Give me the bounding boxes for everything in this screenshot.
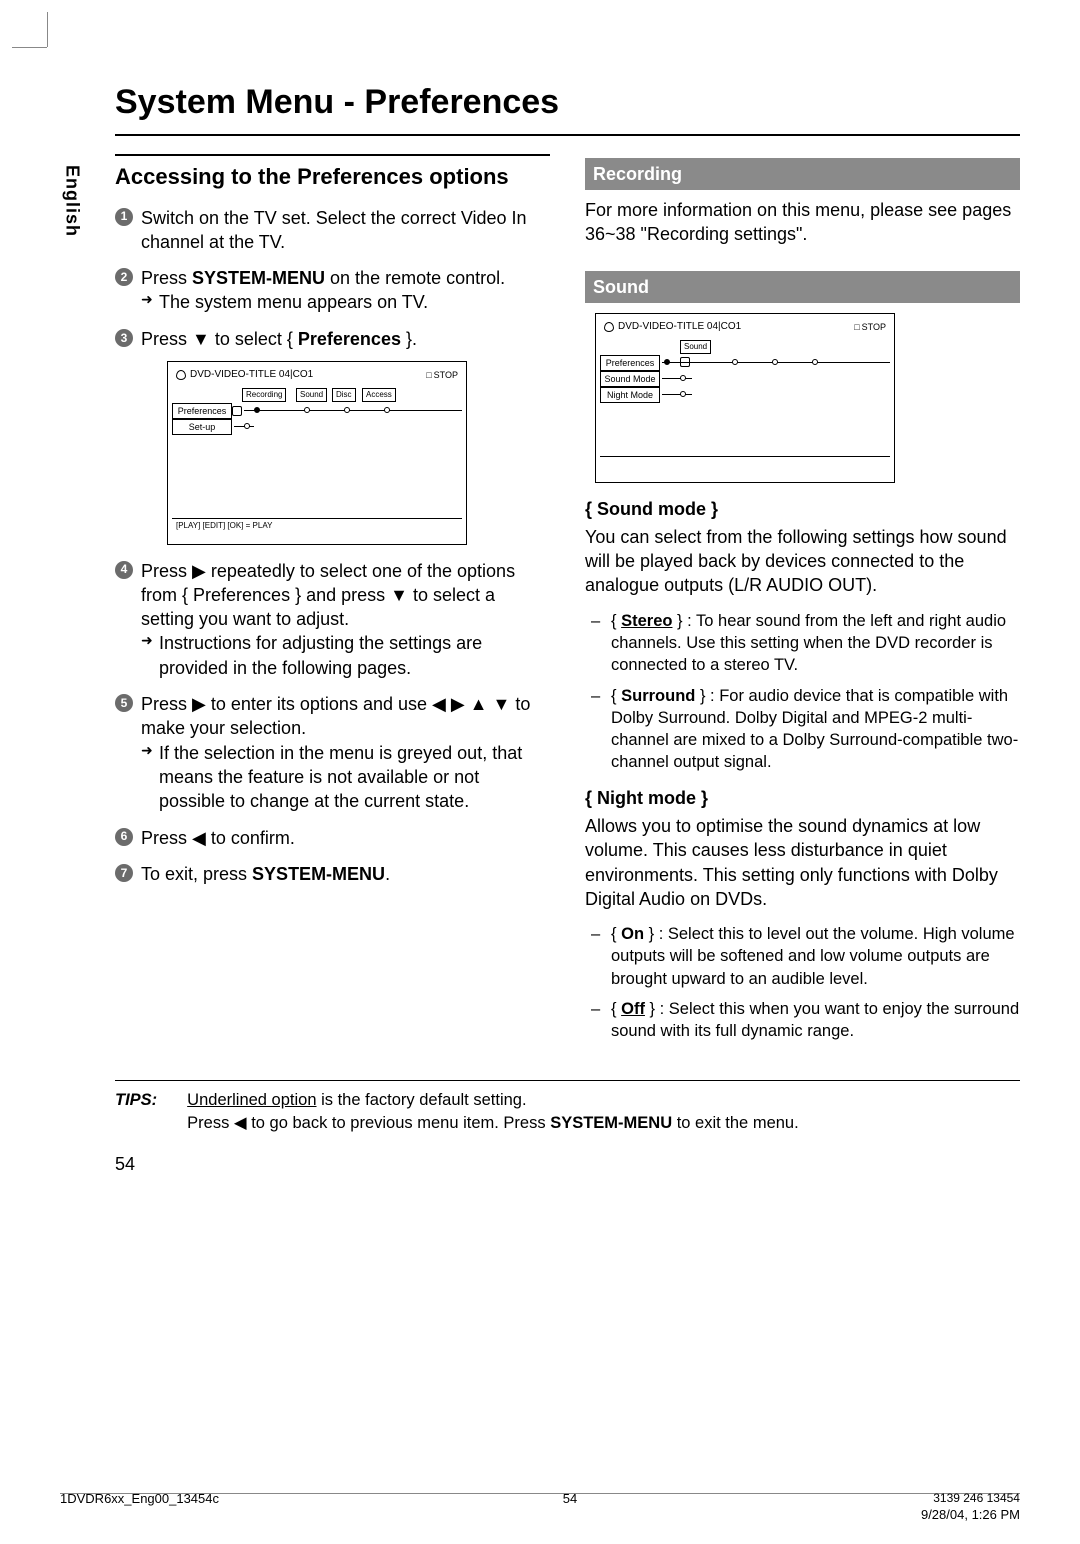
osd-row: Preferences: [600, 356, 890, 370]
step-text: Press ▶ to enter its options and use ◀ ▶…: [141, 694, 530, 738]
osd-preferences-screenshot: DVD-VIDEO-TITLE 04|CO1 STOP Recording So…: [167, 361, 467, 545]
tips-label: TIPS:: [115, 1089, 157, 1134]
step-substep: Instructions for adjusting the settings …: [141, 631, 550, 680]
osd-tabs: Recording Sound Disc Access: [172, 388, 462, 402]
sound-mode-text: You can select from the following settin…: [585, 525, 1020, 598]
option-label: Off: [621, 1000, 645, 1018]
option-on: { On } : Select this to level out the vo…: [585, 923, 1020, 990]
osd-sound-screenshot: DVD-VIDEO-TITLE 04|CO1 STOP Sound Prefer…: [595, 313, 895, 483]
subsection-bar-sound: Sound: [585, 271, 1020, 303]
osd-tab: Sound: [296, 388, 327, 403]
osd-row: Night Mode: [600, 388, 890, 402]
osd-row: Preferences: [172, 404, 462, 418]
sound-mode-heading: { Sound mode }: [585, 497, 1020, 521]
step-text: To exit, press SYSTEM-MENU.: [141, 864, 390, 884]
osd-row: Set-up: [172, 420, 462, 434]
option-surround: { Surround } : For audio device that is …: [585, 685, 1020, 774]
step-1: 1 Switch on the TV set. Select the corre…: [115, 206, 550, 255]
language-tab: English: [60, 165, 84, 237]
step-substep: The system menu appears on TV.: [141, 290, 550, 314]
osd-footer: [600, 456, 890, 478]
osd-stop-label: STOP: [426, 369, 458, 381]
title-rule: [115, 134, 1020, 136]
step-5: 5 Press ▶ to enter its options and use ◀…: [115, 692, 550, 813]
tips-block: TIPS: Underlined option is the factory d…: [115, 1089, 1020, 1134]
recording-text: For more information on this menu, pleas…: [585, 198, 1020, 247]
tips-line: Press ◀ to go back to previous menu item…: [187, 1112, 1020, 1134]
step-number-icon: 3: [115, 329, 133, 347]
step-text: Switch on the TV set. Select the correct…: [141, 208, 527, 252]
osd-title: DVD-VIDEO-TITLE 04|CO1: [618, 320, 741, 334]
osd-tabs: Sound: [600, 340, 890, 354]
osd-row-label: Sound Mode: [600, 371, 660, 387]
step-substep: If the selection in the menu is greyed o…: [141, 741, 550, 814]
section-rule: [115, 154, 550, 156]
step-text: Press ◀ to confirm.: [141, 828, 295, 848]
option-label: On: [621, 925, 644, 943]
option-off: { Off } : Select this when you want to e…: [585, 998, 1020, 1043]
section-heading-accessing: Accessing to the Preferences options: [115, 162, 550, 192]
page-title: System Menu - Preferences: [115, 80, 1020, 126]
osd-footer: [PLAY] [EDIT] [OK] = PLAY: [172, 518, 462, 540]
option-label: Surround: [621, 687, 695, 705]
step-7: 7 To exit, press SYSTEM-MENU.: [115, 862, 550, 886]
step-3: 3 Press ▼ to select { Preferences }. DVD…: [115, 327, 550, 545]
step-text: Press ▼ to select { Preferences }.: [141, 329, 417, 349]
subsection-bar-recording: Recording: [585, 158, 1020, 190]
footer-page: 54: [563, 1490, 577, 1524]
osd-row-label: Night Mode: [600, 387, 660, 403]
osd-title: DVD-VIDEO-TITLE 04|CO1: [190, 368, 313, 382]
night-mode-heading: { Night mode }: [585, 786, 1020, 810]
step-text: Press ▶ repeatedly to select one of the …: [141, 561, 515, 630]
step-2: 2 Press SYSTEM-MENU on the remote contro…: [115, 266, 550, 315]
osd-row-label: Preferences: [600, 355, 660, 371]
right-column: Recording For more information on this m…: [585, 154, 1020, 1051]
tips-rule: [115, 1080, 1020, 1081]
step-number-icon: 4: [115, 561, 133, 579]
osd-stop-label: STOP: [854, 321, 886, 333]
disc-icon: [176, 370, 186, 380]
osd-tab: Recording: [242, 388, 286, 403]
step-text: Press SYSTEM-MENU on the remote control.: [141, 268, 505, 288]
page: English System Menu - Preferences Access…: [60, 80, 1020, 1484]
step-number-icon: 1: [115, 208, 133, 226]
left-column: Accessing to the Preferences options 1 S…: [115, 154, 550, 1051]
disc-icon: [604, 322, 614, 332]
crop-mark: [12, 12, 52, 52]
osd-tab: Access: [362, 388, 396, 403]
footer-code: 3139 246 13454: [921, 1490, 1020, 1506]
step-number-icon: 7: [115, 864, 133, 882]
osd-row: Sound Mode: [600, 372, 890, 386]
step-number-icon: 2: [115, 268, 133, 286]
option-stereo: { Stereo } : To hear sound from the left…: [585, 610, 1020, 677]
step-number-icon: 6: [115, 828, 133, 846]
print-footer: 1DVDR6xx_Eng00_13454c 54 3139 246 13454 …: [60, 1490, 1020, 1524]
tips-line: Underlined option is the factory default…: [187, 1089, 1020, 1111]
osd-tab: Disc: [332, 388, 356, 403]
osd-row-label: Preferences: [172, 403, 232, 419]
ring-icon: [680, 357, 690, 367]
ring-icon: [232, 406, 242, 416]
step-number-icon: 5: [115, 694, 133, 712]
page-number: 54: [115, 1152, 1020, 1176]
osd-tab: Sound: [680, 340, 711, 355]
footer-filename: 1DVDR6xx_Eng00_13454c: [60, 1490, 219, 1524]
footer-date: 9/28/04, 1:26 PM: [921, 1507, 1020, 1522]
step-6: 6 Press ◀ to confirm.: [115, 826, 550, 850]
night-mode-text: Allows you to optimise the sound dynamic…: [585, 814, 1020, 911]
osd-row-label: Set-up: [172, 419, 232, 435]
step-4: 4 Press ▶ repeatedly to select one of th…: [115, 559, 550, 680]
option-label: Stereo: [621, 612, 672, 630]
